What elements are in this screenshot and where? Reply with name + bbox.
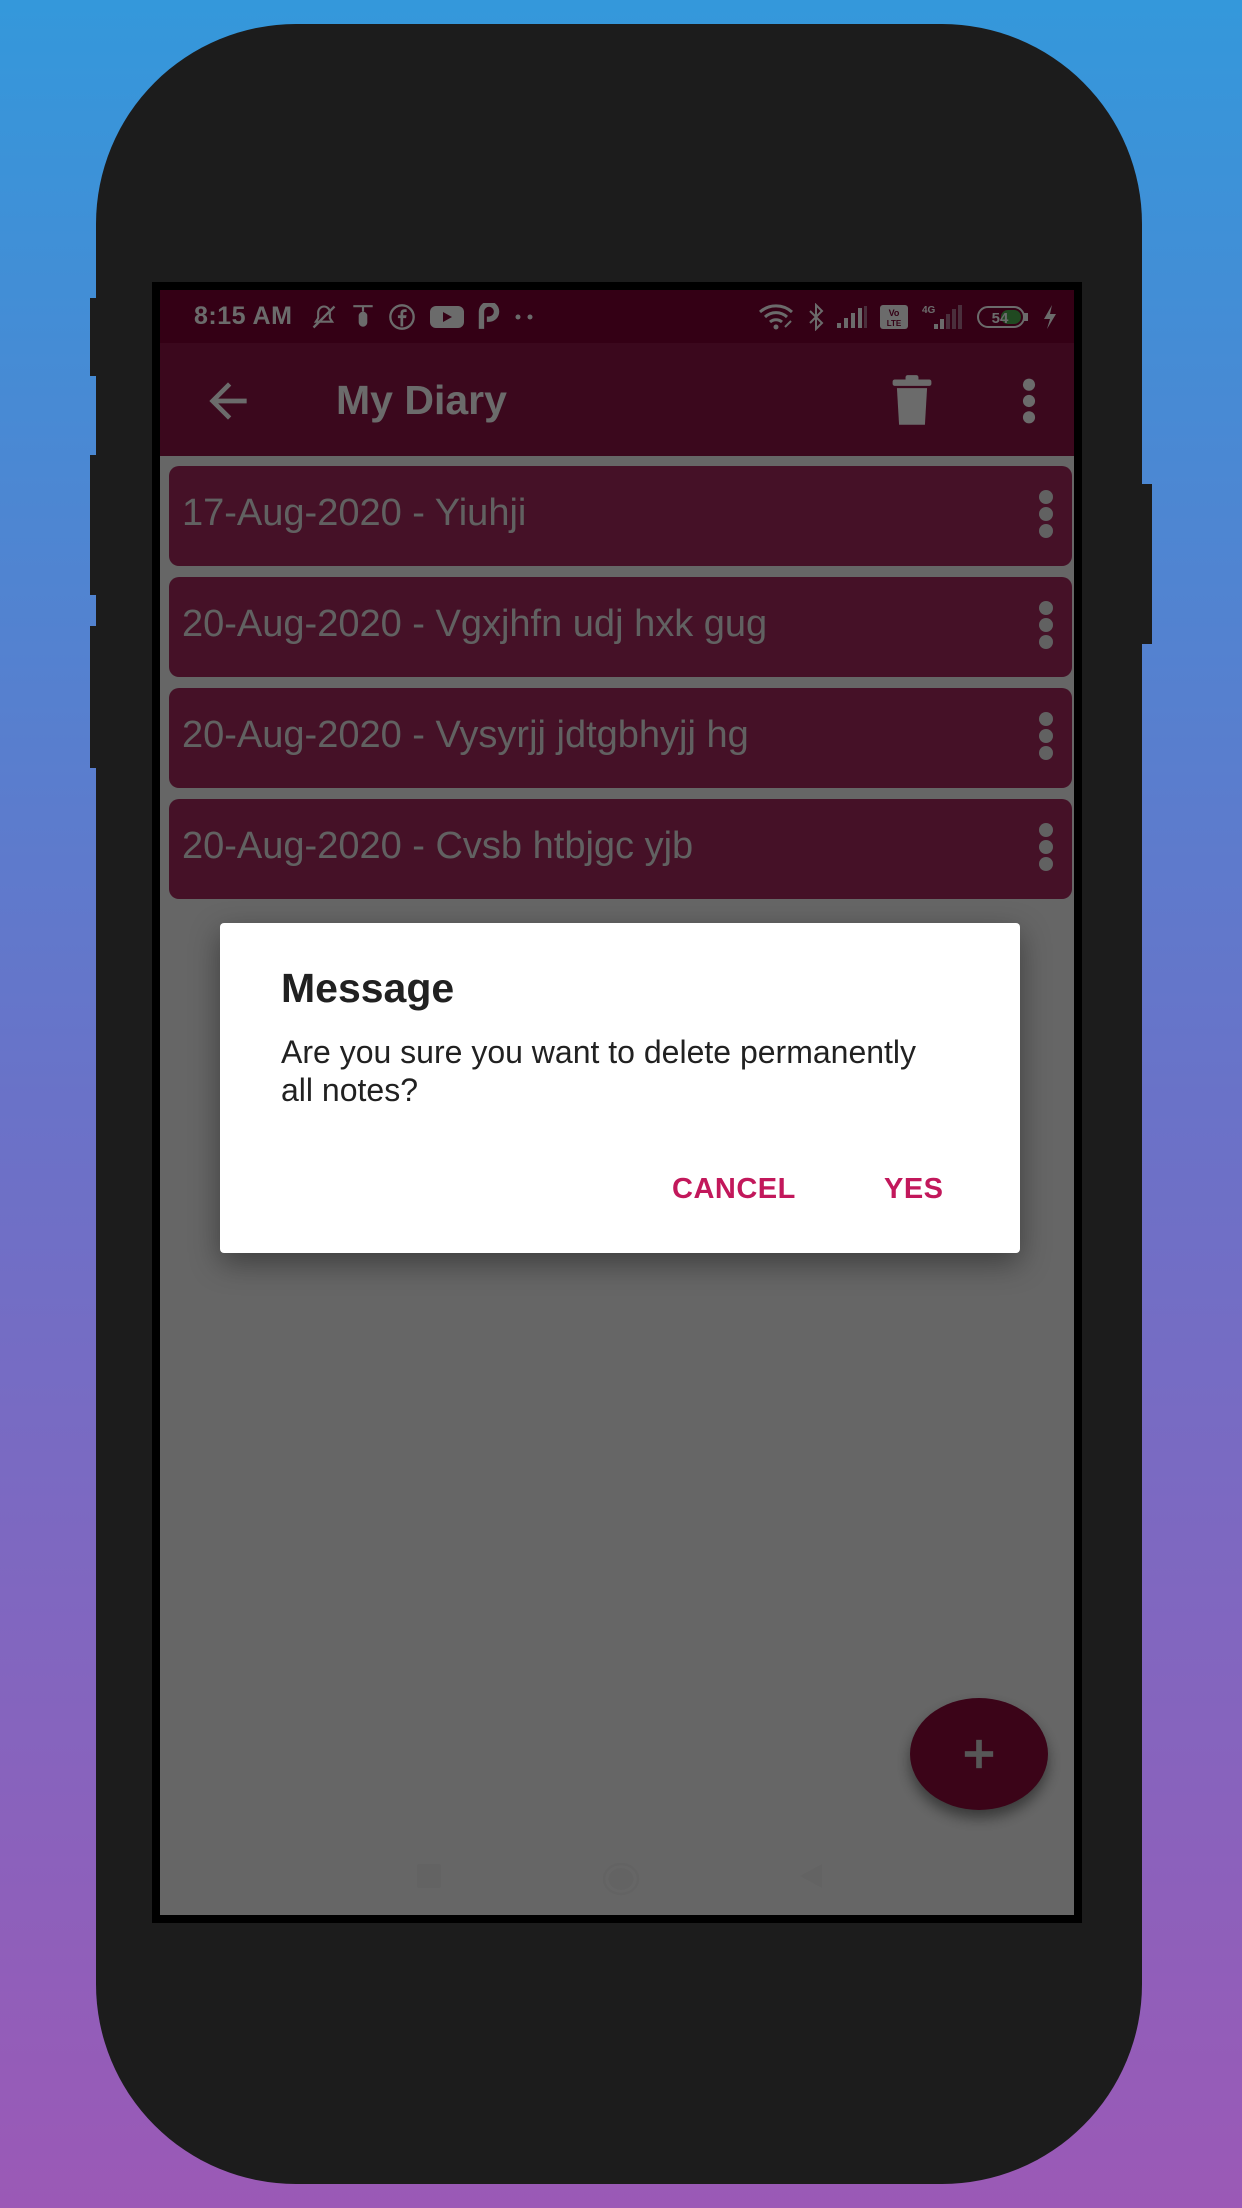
app-screen: 8:15 AM [160, 290, 1074, 1915]
confirm-yes-button[interactable]: YES [884, 1173, 944, 1206]
cancel-button[interactable]: CANCEL [672, 1173, 796, 1206]
phone-volume-down-button [90, 626, 100, 768]
confirm-delete-dialog: Message Are you sure you want to delete … [220, 923, 1020, 1253]
phone-power-button [1138, 484, 1152, 644]
phone-side-button [90, 298, 100, 376]
dialog-message: Are you sure you want to delete permanen… [281, 1034, 917, 1108]
phone-volume-up-button [90, 455, 100, 595]
dialog-title: Message [281, 965, 455, 1011]
